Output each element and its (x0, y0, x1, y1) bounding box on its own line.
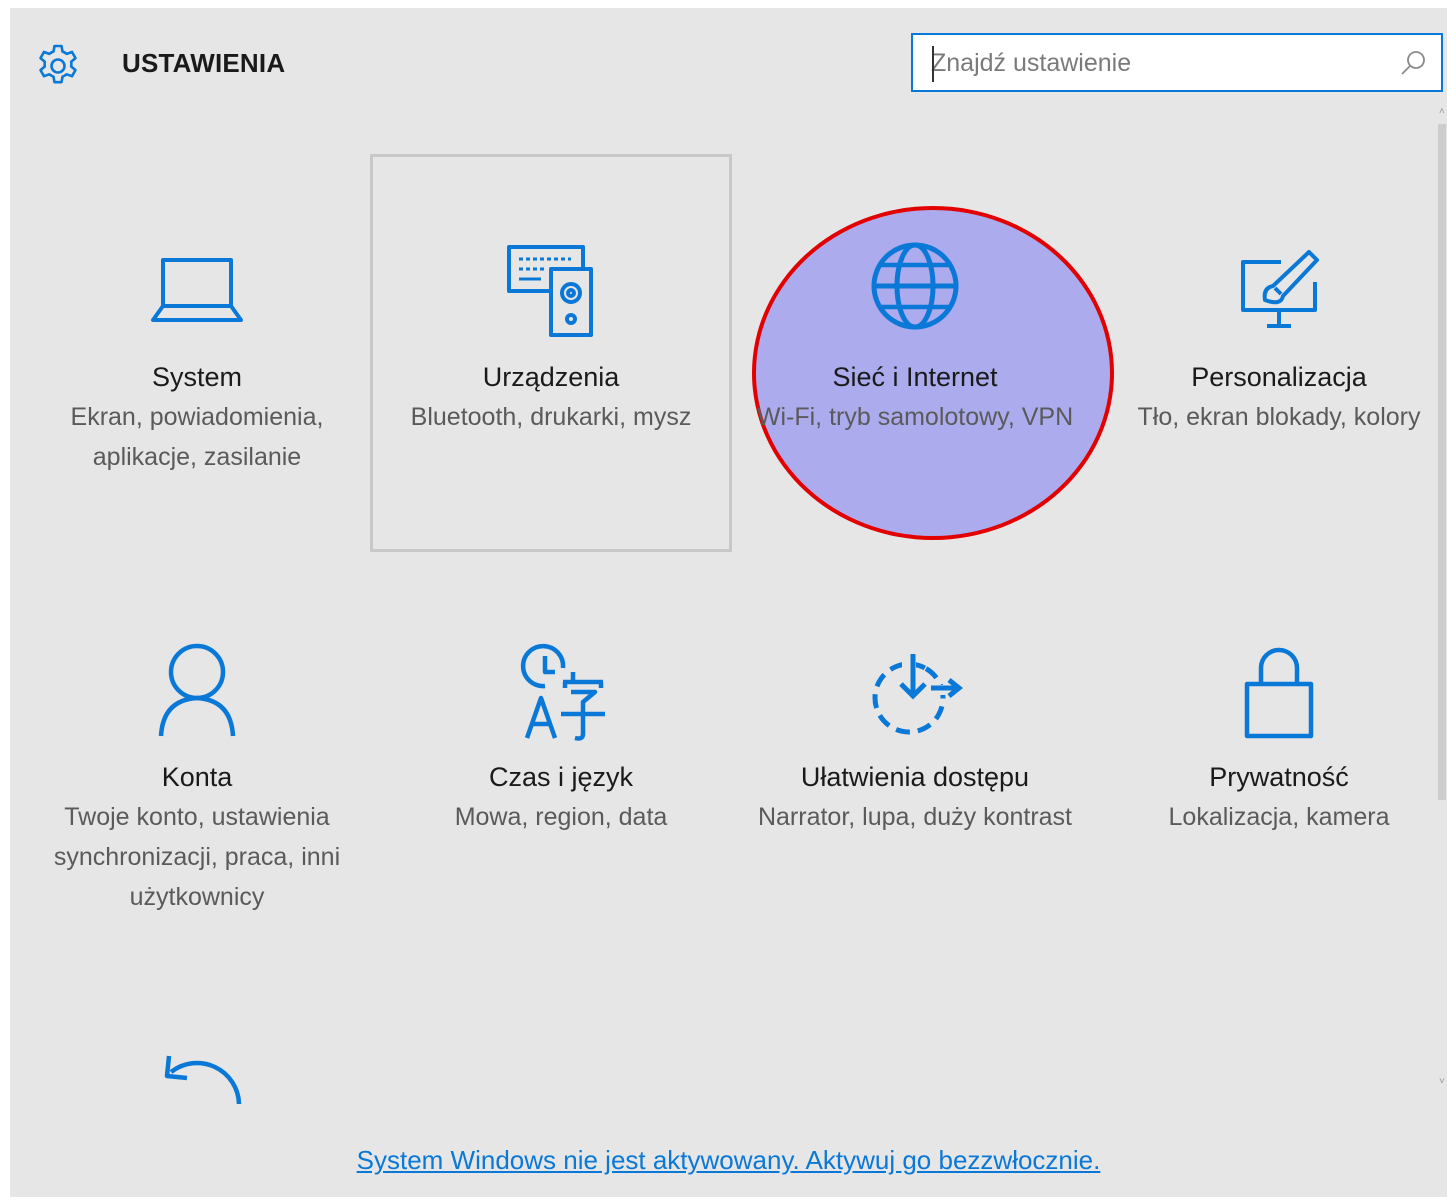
tile-ease-of-access-name: Ułatwienia dostępu (800, 762, 1030, 792)
tile-personalization-description: Tło, ekran blokady, kolory (1137, 403, 1421, 431)
scroll-up-arrow-icon[interactable]: ˄ (1439, 106, 1445, 117)
page-title: USTAWIENIA (122, 48, 286, 78)
tile-devices-name: Urządzenia (482, 362, 620, 392)
laptop-icon (16, 250, 378, 360)
tile-personalization[interactable]: Personalizacja Tło, ekran blokady, kolor… (1098, 154, 1447, 552)
ease-of-access-icon (734, 642, 1096, 752)
tile-privacy-name: Prywatność (1209, 762, 1349, 792)
tile-accounts[interactable]: Konta Twoje konto, ustawienia synchroniz… (16, 554, 378, 952)
tile-accounts-description: Twoje konto, ustawienia synchronizacji, … (53, 803, 341, 911)
tile-devices-description: Bluetooth, drukarki, mysz (410, 403, 692, 431)
activation-link[interactable]: System Windows nie jest aktywowany. Akty… (10, 1145, 1447, 1176)
tile-system[interactable]: System Ekran, powiadomienia, aplikacje, … (16, 154, 378, 552)
tile-personalization-name: Personalizacja (1191, 362, 1367, 392)
tile-update-security[interactable] (16, 954, 378, 1114)
tile-privacy-description: Lokalizacja, kamera (1168, 803, 1390, 831)
scrollbar-thumb[interactable] (1438, 124, 1446, 800)
devices-icon (373, 239, 729, 349)
globe-icon (734, 240, 1096, 350)
personalization-icon (1098, 248, 1447, 358)
tile-network-description: Wi-Fi, tryb samolotowy, VPN (756, 403, 1074, 431)
update-arrow-icon (16, 1038, 378, 1108)
person-icon (16, 640, 378, 750)
text-caret (932, 46, 934, 82)
tile-ease-of-access[interactable]: Ułatwienia dostępu Narrator, lupa, duży … (734, 554, 1096, 952)
search-input[interactable] (931, 43, 1391, 83)
tile-accounts-name: Konta (161, 762, 233, 792)
tile-privacy[interactable]: Prywatność Lokalizacja, kamera (1098, 554, 1447, 952)
tile-devices[interactable]: Urządzenia Bluetooth, drukarki, mysz (370, 154, 732, 552)
scroll-down-arrow-icon[interactable]: ˅ (1439, 1076, 1445, 1087)
search-box[interactable] (911, 33, 1443, 92)
tile-network[interactable]: Sieć i Internet Wi-Fi, tryb samolotowy, … (734, 154, 1096, 552)
tile-system-description: Ekran, powiadomienia, aplikacje, zasilan… (70, 403, 324, 471)
search-icon[interactable] (1399, 49, 1427, 77)
tile-time-language-name: Czas i język (488, 762, 634, 792)
tile-network-name: Sieć i Internet (832, 362, 998, 392)
gear-icon (34, 42, 82, 90)
lock-icon (1098, 640, 1447, 750)
tile-system-name: System (151, 362, 243, 392)
tile-time-language[interactable]: Czas i język Mowa, region, data (380, 554, 742, 952)
settings-window: USTAWIENIA System Ekran, powiadomienia, … (10, 8, 1447, 1197)
tile-ease-of-access-description: Narrator, lupa, duży kontrast (757, 803, 1073, 831)
tile-time-language-description: Mowa, region, data (454, 803, 668, 831)
time-language-icon (380, 642, 742, 752)
